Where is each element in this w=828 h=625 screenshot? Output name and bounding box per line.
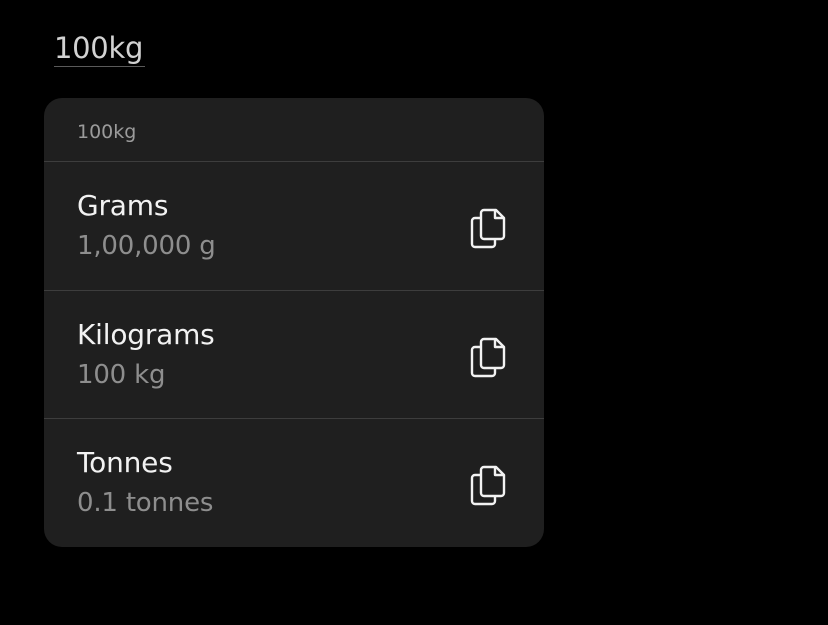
input-underline bbox=[54, 66, 145, 67]
unit-name: Tonnes bbox=[77, 446, 173, 479]
unit-value: 1,00,000 g bbox=[77, 231, 216, 261]
unit-name: Kilograms bbox=[77, 318, 215, 351]
unit-row-grams[interactable]: Grams 1,00,000 g bbox=[44, 162, 544, 290]
copy-icon bbox=[470, 465, 506, 506]
popover-header-label: 100kg bbox=[77, 121, 137, 143]
copy-kilograms-button[interactable] bbox=[464, 333, 512, 381]
unit-conversion-popover: 100kg Grams 1,00,000 g Kilograms 100 kg … bbox=[44, 98, 544, 547]
search-input[interactable]: 100kg bbox=[54, 30, 143, 66]
copy-tonnes-button[interactable] bbox=[464, 461, 512, 509]
copy-grams-button[interactable] bbox=[464, 204, 512, 252]
copy-icon bbox=[470, 208, 506, 249]
unit-row-tonnes[interactable]: Tonnes 0.1 tonnes bbox=[44, 418, 544, 546]
unit-value: 0.1 tonnes bbox=[77, 488, 214, 518]
unit-row-kilograms[interactable]: Kilograms 100 kg bbox=[44, 290, 544, 418]
copy-icon bbox=[470, 337, 506, 378]
unit-name: Grams bbox=[77, 189, 169, 222]
unit-value: 100 kg bbox=[77, 360, 166, 390]
popover-header: 100kg bbox=[44, 98, 544, 162]
